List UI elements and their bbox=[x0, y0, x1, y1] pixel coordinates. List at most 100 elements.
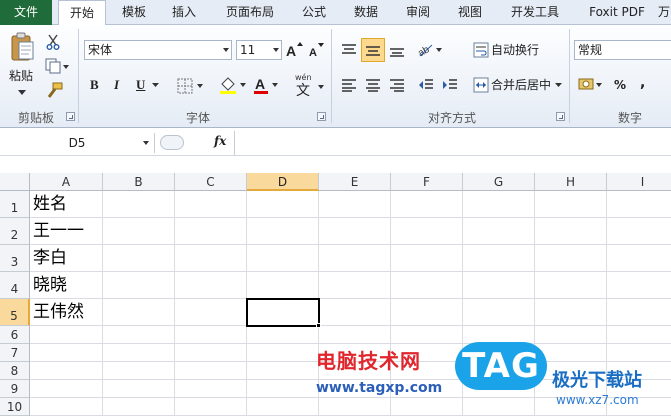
grid-cell[interactable] bbox=[535, 191, 607, 218]
insert-function-icon[interactable]: fx bbox=[214, 134, 226, 148]
tab-foxit-pdf[interactable]: Foxit PDF bbox=[580, 0, 654, 25]
formula-bar-resize-handle[interactable] bbox=[160, 135, 184, 150]
row-header-4[interactable]: 4 bbox=[0, 272, 30, 299]
grid-cell[interactable] bbox=[103, 344, 175, 362]
merge-dropdown-icon[interactable] bbox=[553, 80, 563, 90]
grid-cell[interactable] bbox=[247, 398, 319, 416]
grid-cell[interactable] bbox=[247, 362, 319, 380]
grid-cell[interactable] bbox=[175, 398, 247, 416]
grid-cell[interactable] bbox=[103, 272, 175, 299]
grid-cell[interactable] bbox=[103, 362, 175, 380]
grid-cell[interactable] bbox=[463, 272, 535, 299]
grid-cell[interactable] bbox=[391, 299, 463, 326]
grid-cell[interactable] bbox=[103, 398, 175, 416]
active-cell-d5[interactable] bbox=[246, 298, 320, 327]
cell-a5[interactable]: 王伟然 bbox=[30, 299, 103, 326]
grid-cell[interactable] bbox=[319, 245, 391, 272]
grid-cell[interactable] bbox=[103, 245, 175, 272]
grid-cell[interactable] bbox=[103, 299, 175, 326]
formula-input[interactable] bbox=[234, 131, 671, 155]
row-header-9[interactable]: 9 bbox=[0, 380, 30, 398]
grid-cell[interactable] bbox=[30, 380, 103, 398]
grid-cell[interactable] bbox=[463, 245, 535, 272]
grid-cell[interactable] bbox=[175, 191, 247, 218]
grid-cell[interactable] bbox=[30, 398, 103, 416]
grid-cell[interactable] bbox=[247, 272, 319, 299]
format-painter-icon[interactable] bbox=[44, 81, 64, 101]
grid-cell[interactable] bbox=[30, 344, 103, 362]
tab-review[interactable]: 审阅 bbox=[396, 0, 440, 25]
tab-template[interactable]: 模板 bbox=[112, 0, 156, 25]
grow-font-icon[interactable]: A bbox=[286, 41, 304, 59]
tab-data[interactable]: 数据 bbox=[344, 0, 388, 25]
column-header-a[interactable]: A bbox=[30, 173, 103, 191]
grid-cell[interactable] bbox=[463, 191, 535, 218]
column-header-h[interactable]: H bbox=[535, 173, 607, 191]
column-header-b[interactable]: B bbox=[103, 173, 175, 191]
column-header-f[interactable]: F bbox=[391, 173, 463, 191]
font-name-combo[interactable]: 宋体 bbox=[84, 40, 232, 60]
grid-cell[interactable] bbox=[535, 326, 607, 344]
column-header-d[interactable]: D bbox=[247, 173, 319, 191]
paste-button[interactable]: 粘贴 bbox=[9, 67, 33, 85]
row-header-7[interactable]: 7 bbox=[0, 344, 30, 362]
name-box[interactable]: D5 bbox=[0, 133, 155, 153]
font-color-icon[interactable]: A bbox=[252, 75, 282, 95]
grid-cell[interactable] bbox=[463, 218, 535, 245]
row-header-2[interactable]: 2 bbox=[0, 218, 30, 245]
shrink-font-icon[interactable]: A bbox=[308, 41, 326, 59]
fill-color-icon[interactable] bbox=[218, 75, 248, 95]
tab-formulas[interactable]: 公式 bbox=[292, 0, 336, 25]
grid-cell[interactable] bbox=[463, 299, 535, 326]
cell-a2[interactable]: 王一一 bbox=[30, 218, 103, 245]
borders-icon[interactable] bbox=[176, 77, 206, 95]
grid-cell[interactable] bbox=[175, 362, 247, 380]
grid-cell[interactable] bbox=[175, 326, 247, 344]
align-left-icon[interactable] bbox=[339, 75, 359, 95]
wrap-text-icon[interactable] bbox=[472, 41, 490, 59]
grid-cell[interactable] bbox=[391, 398, 463, 416]
row-header-1[interactable]: 1 bbox=[0, 191, 30, 218]
underline-dropdown-icon[interactable] bbox=[150, 80, 160, 90]
grid-cell[interactable] bbox=[103, 326, 175, 344]
grid-cell[interactable] bbox=[391, 272, 463, 299]
underline-button[interactable]: U bbox=[136, 76, 145, 94]
grid-cell[interactable] bbox=[30, 362, 103, 380]
grid-cell[interactable] bbox=[103, 380, 175, 398]
grid-cell[interactable] bbox=[247, 344, 319, 362]
select-all-corner[interactable] bbox=[0, 173, 30, 191]
grid-cell[interactable] bbox=[247, 380, 319, 398]
grid-cell[interactable] bbox=[319, 326, 391, 344]
align-center-icon[interactable] bbox=[363, 75, 383, 95]
merge-center-button[interactable]: 合并后居中 bbox=[491, 76, 551, 94]
percent-button[interactable]: % bbox=[614, 76, 626, 94]
grid-cell[interactable] bbox=[319, 191, 391, 218]
grid-cell[interactable] bbox=[607, 326, 671, 344]
grid-cell[interactable] bbox=[607, 299, 671, 326]
grid-cell[interactable] bbox=[175, 344, 247, 362]
tab-developer[interactable]: 开发工具 bbox=[500, 0, 570, 25]
row-header-3[interactable]: 3 bbox=[0, 245, 30, 272]
grid-cell[interactable] bbox=[607, 272, 671, 299]
orientation-icon[interactable]: ab bbox=[416, 40, 446, 60]
grid-cell[interactable] bbox=[535, 299, 607, 326]
wrap-text-button[interactable]: 自动换行 bbox=[491, 41, 539, 59]
paste-icon[interactable] bbox=[8, 31, 36, 63]
fill-handle[interactable] bbox=[316, 323, 321, 328]
grid-cell[interactable] bbox=[391, 191, 463, 218]
grid-cell[interactable] bbox=[175, 380, 247, 398]
grid-cell[interactable] bbox=[175, 245, 247, 272]
grid-cell[interactable] bbox=[175, 272, 247, 299]
grid-cell[interactable] bbox=[463, 398, 535, 416]
name-box-dropdown-icon[interactable] bbox=[143, 141, 149, 145]
paste-dropdown-icon[interactable] bbox=[12, 87, 32, 97]
grid-cell[interactable] bbox=[247, 218, 319, 245]
tab-overflow[interactable]: 万 bbox=[656, 0, 671, 25]
tab-insert[interactable]: 插入 bbox=[162, 0, 206, 25]
number-format-combo[interactable]: 常规 bbox=[574, 40, 671, 60]
grid-cell[interactable] bbox=[535, 272, 607, 299]
grid-cell[interactable] bbox=[391, 218, 463, 245]
grid-cell[interactable] bbox=[391, 326, 463, 344]
clipboard-launcher-icon[interactable] bbox=[66, 112, 75, 121]
align-bottom-icon[interactable] bbox=[387, 40, 407, 60]
